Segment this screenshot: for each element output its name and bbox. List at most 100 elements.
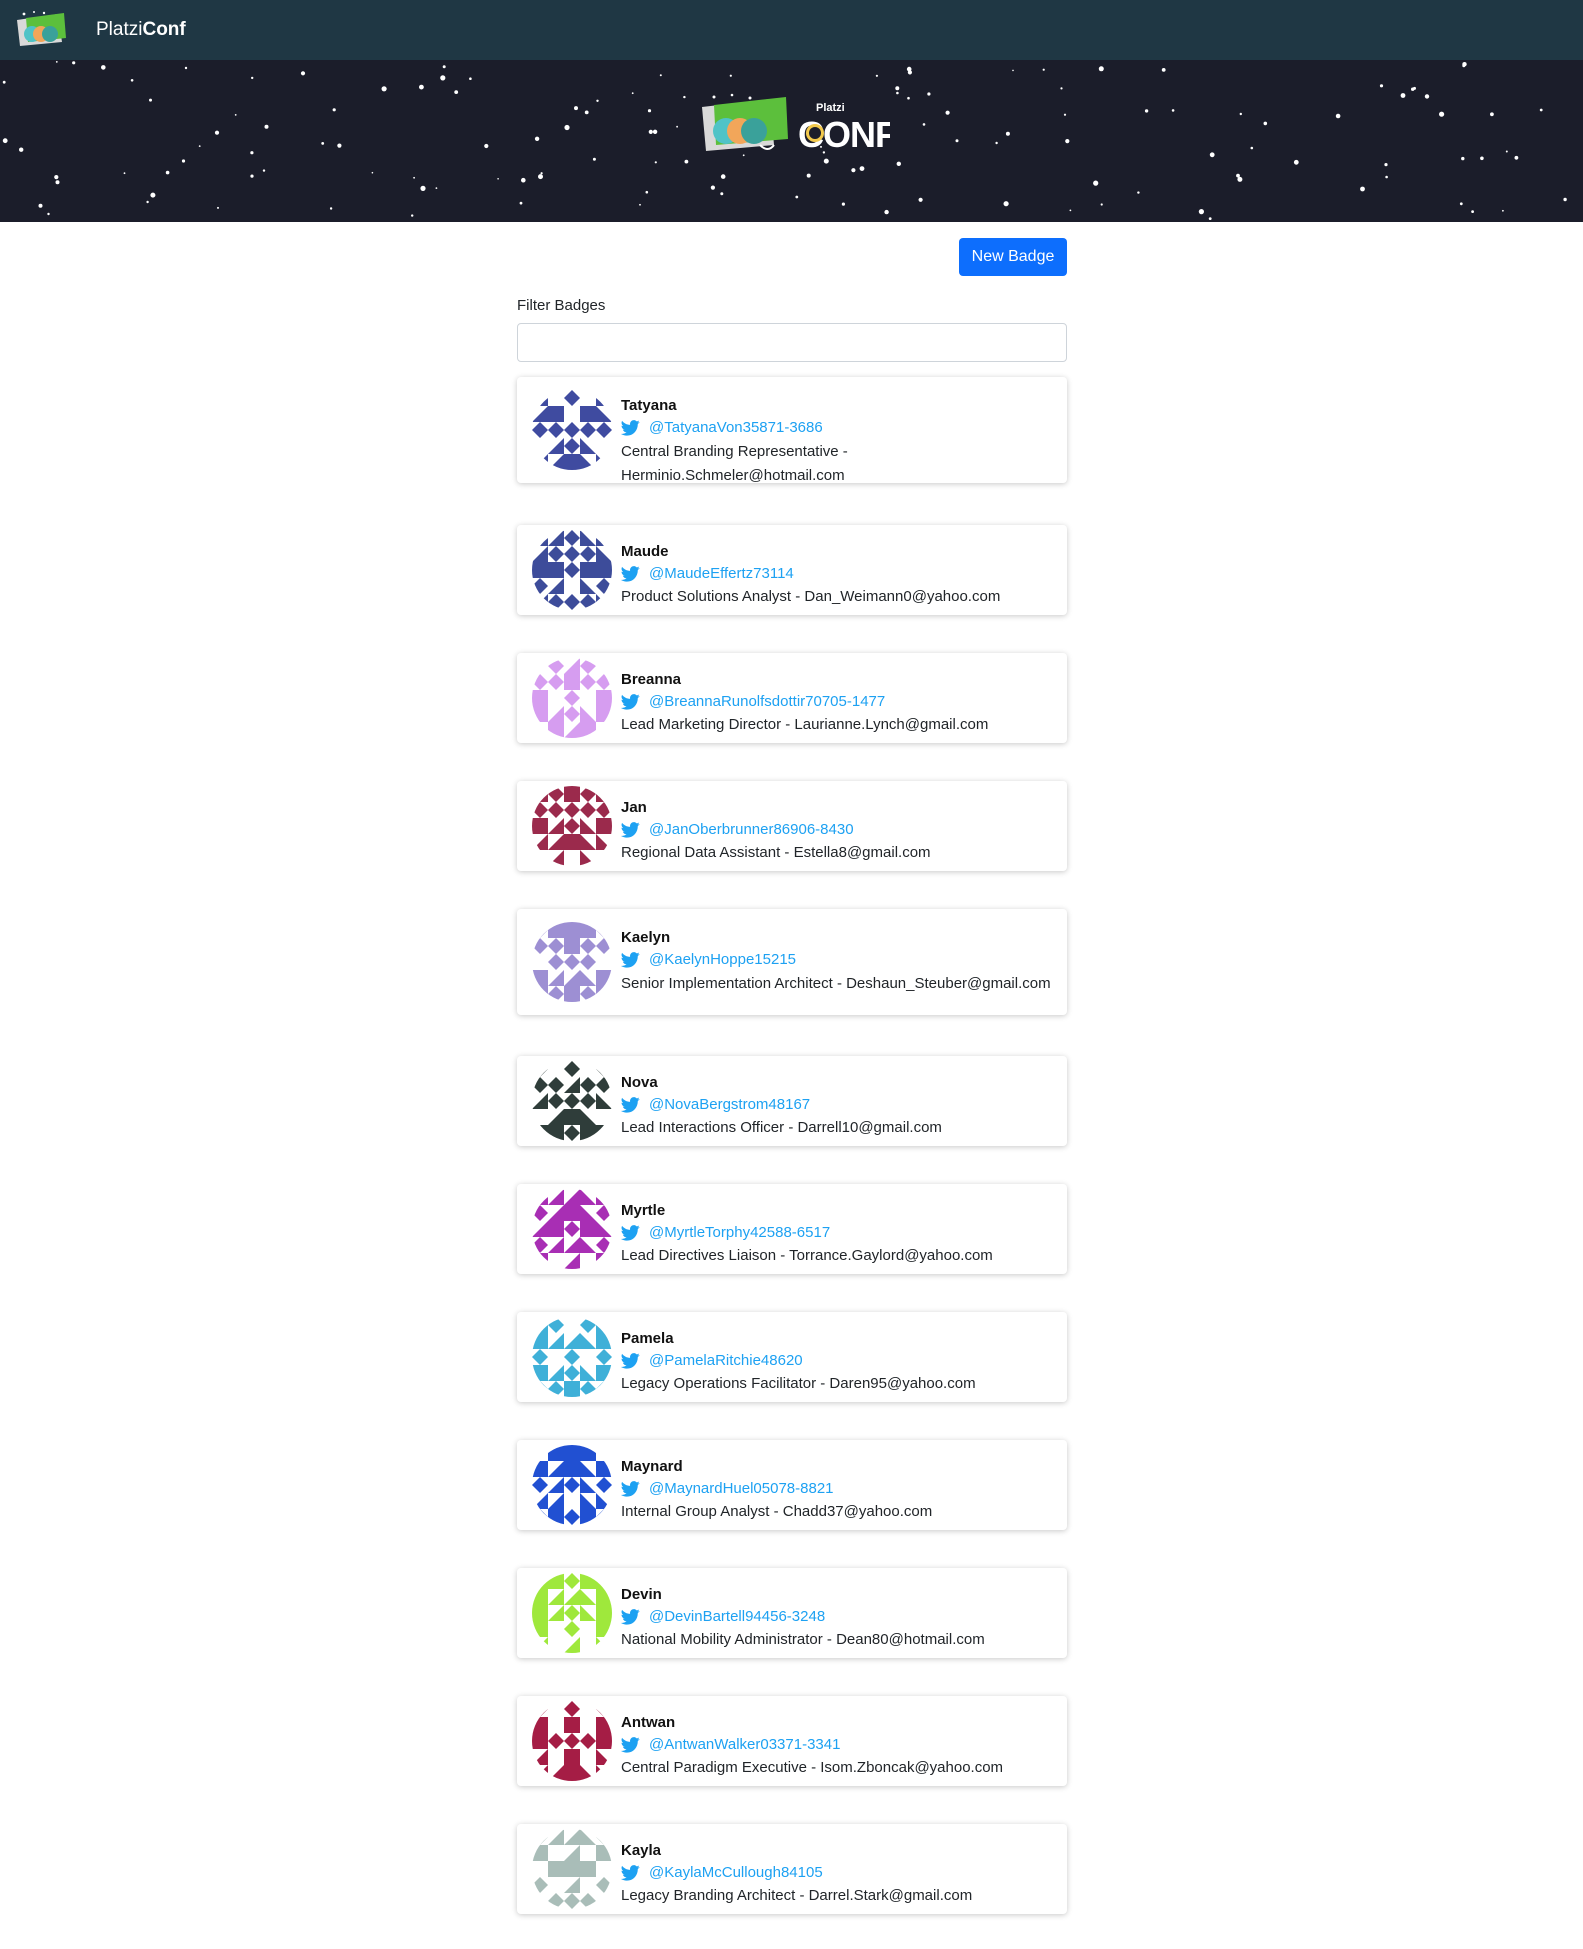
badge-card[interactable]: Maude @MaudeEffertz73114 Product Solutions… bbox=[517, 525, 1067, 615]
star bbox=[371, 171, 374, 174]
badge-details: Maynard @MaynardHuel05078-8821 Internal Gr… bbox=[621, 1457, 1051, 1524]
star bbox=[1063, 113, 1067, 116]
star bbox=[1293, 159, 1299, 165]
star bbox=[907, 96, 910, 100]
star bbox=[321, 142, 325, 145]
star bbox=[564, 124, 570, 131]
badge-card[interactable]: Jan @JanOberbrunner86906-8430 Regional Dat… bbox=[517, 781, 1067, 871]
star bbox=[250, 174, 254, 178]
star bbox=[538, 174, 543, 180]
twitter-handle-text: @KaelynHoppe15215 bbox=[649, 951, 797, 968]
badge-details: Tatyana @TatyanaVon35871-3686 Central Bran… bbox=[621, 396, 1051, 488]
star bbox=[922, 123, 926, 126]
twitter-handle-link[interactable]: @PamelaRitchie48620 bbox=[621, 1349, 1051, 1373]
star bbox=[647, 109, 652, 113]
star bbox=[659, 74, 662, 77]
twitter-handle-link[interactable]: @MaudeEffertz73114 bbox=[621, 562, 1051, 586]
twitter-handle-link[interactable]: @KaylaMcCullough84105 bbox=[621, 1861, 1051, 1885]
twitter-bird-icon bbox=[621, 1737, 640, 1753]
star bbox=[150, 192, 156, 198]
twitter-handle-link[interactable]: @JanOberbrunner86906-8430 bbox=[621, 818, 1051, 842]
star bbox=[411, 214, 414, 217]
twitter-bird-icon bbox=[621, 952, 640, 968]
star bbox=[896, 91, 899, 95]
twitter-handle-link[interactable]: @DevinBartell94456-3248 bbox=[621, 1605, 1051, 1629]
badge-card[interactable]: Nova @NovaBergstrom48167 Lead Interactions… bbox=[517, 1056, 1067, 1146]
star bbox=[884, 209, 889, 215]
badge-card[interactable]: Devin @DevinBartell94456-3248 National Mob… bbox=[517, 1568, 1067, 1658]
twitter-handle-text: @MaudeEffertz73114 bbox=[649, 565, 794, 582]
twitter-handle-link[interactable]: @AntwanWalker03371-3341 bbox=[621, 1733, 1051, 1757]
star bbox=[123, 172, 126, 175]
star bbox=[484, 143, 489, 149]
filter-input[interactable] bbox=[517, 323, 1067, 362]
star bbox=[264, 124, 269, 129]
badge-card[interactable]: Antwan @AntwanWalker03371-3341 Central Par… bbox=[517, 1696, 1067, 1786]
twitter-handle-link[interactable]: @KaelynHoppe15215 bbox=[621, 948, 1051, 972]
platziconf-logo-icon[interactable] bbox=[14, 10, 74, 50]
star bbox=[927, 92, 931, 96]
twitter-bird-icon bbox=[621, 1865, 640, 1881]
star bbox=[1069, 209, 1072, 212]
star bbox=[1171, 109, 1175, 112]
twitter-bird-icon bbox=[621, 1609, 640, 1625]
badge-card[interactable]: Tatyana @TatyanaVon35871-3686 Central Bran… bbox=[517, 377, 1067, 484]
star bbox=[540, 172, 543, 175]
twitter-handle-text: @MaynardHuel05078-8821 bbox=[649, 1480, 834, 1497]
star bbox=[519, 201, 523, 205]
star bbox=[413, 176, 415, 179]
badge-card[interactable]: Maynard @MaynardHuel05078-8821 Internal Gr… bbox=[517, 1440, 1067, 1530]
star bbox=[1505, 150, 1508, 153]
star bbox=[1490, 112, 1494, 117]
star bbox=[1005, 131, 1010, 136]
brand-name[interactable]: PlatziConf bbox=[96, 19, 186, 41]
star bbox=[1462, 64, 1466, 68]
star bbox=[2, 138, 8, 144]
star bbox=[1379, 84, 1384, 88]
filter-label: Filter Badges bbox=[517, 297, 606, 314]
star bbox=[1098, 66, 1104, 72]
star bbox=[419, 84, 424, 90]
star bbox=[1100, 203, 1103, 206]
new-badge-button[interactable]: New Badge bbox=[959, 238, 1067, 276]
star bbox=[332, 108, 336, 112]
badge-name: Myrtle bbox=[621, 1202, 666, 1219]
twitter-handle-link[interactable]: @BreannaRunolfsdottir70705-1477 bbox=[621, 690, 1051, 714]
twitter-handle-text: @DevinBartell94456-3248 bbox=[649, 1608, 826, 1625]
star bbox=[918, 197, 923, 202]
twitter-handle-text: @PamelaRitchie48620 bbox=[649, 1352, 803, 1369]
navbar: PlatziConf bbox=[0, 0, 1583, 60]
star bbox=[19, 147, 24, 152]
star bbox=[648, 129, 653, 134]
star bbox=[38, 203, 43, 208]
star bbox=[1263, 121, 1268, 126]
badge-name: Breanna bbox=[621, 671, 682, 688]
badge-job-and-email: Lead Marketing Director - Laurianne.Lync… bbox=[621, 716, 989, 733]
star bbox=[1480, 156, 1484, 161]
twitter-bird-icon bbox=[621, 694, 640, 710]
star bbox=[1137, 191, 1140, 194]
twitter-handle-link[interactable]: @TatyanaVon35871-3686 bbox=[621, 416, 1051, 440]
star bbox=[1065, 139, 1070, 144]
badge-card[interactable]: Myrtle @MyrtleTorphy42588-6517 Lead Direct… bbox=[517, 1184, 1067, 1274]
badge-card[interactable]: Kayla @KaylaMcCullough84105 Legacy Brandin… bbox=[517, 1824, 1067, 1914]
star bbox=[2, 80, 6, 84]
badge-card[interactable]: Breanna @BreannaRunolfsdottir70705-1477 Le… bbox=[517, 653, 1067, 743]
badge-card[interactable]: Kaelyn @KaelynHoppe15215 Senior Implementa… bbox=[517, 909, 1067, 1015]
star bbox=[1384, 163, 1388, 167]
star bbox=[1208, 217, 1212, 221]
badge-job-and-email: Internal Group Analyst - Chadd37@yahoo.c… bbox=[621, 1503, 933, 1520]
twitter-bird-icon bbox=[621, 566, 640, 582]
star bbox=[684, 159, 689, 164]
twitter-handle-link[interactable]: @MaynardHuel05078-8821 bbox=[621, 1477, 1051, 1501]
star bbox=[1093, 180, 1099, 186]
star bbox=[945, 110, 950, 115]
star bbox=[1236, 173, 1240, 178]
twitter-handle-link[interactable]: @MyrtleTorphy42588-6517 bbox=[621, 1221, 1051, 1245]
twitter-handle-link[interactable]: @NovaBergstrom48167 bbox=[621, 1093, 1051, 1117]
badge-job-and-email: Product Solutions Analyst - Dan_Weimann0… bbox=[621, 588, 1001, 605]
badge-card[interactable]: Pamela @PamelaRitchie48620 Legacy Operatio… bbox=[517, 1312, 1067, 1402]
avatar bbox=[532, 922, 612, 1002]
badge-details: Pamela @PamelaRitchie48620 Legacy Operatio… bbox=[621, 1329, 1051, 1396]
star bbox=[1161, 68, 1166, 72]
